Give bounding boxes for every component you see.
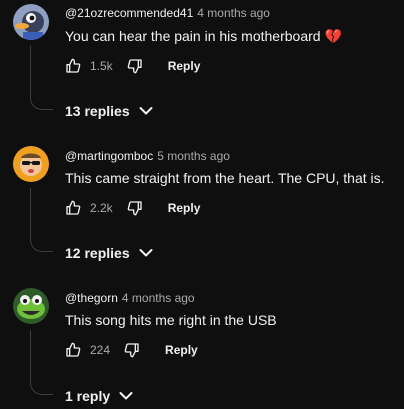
replies-count: 13 replies — [65, 103, 130, 119]
comment: @thegorn 4 months ago This song hits me r… — [0, 285, 404, 409]
avatar[interactable] — [13, 4, 49, 40]
replies-toggle[interactable]: 12 replies — [65, 245, 153, 261]
avatar[interactable] — [13, 146, 49, 182]
replies-toggle[interactable]: 13 replies — [65, 103, 153, 119]
chevron-down-icon — [139, 248, 153, 258]
dislike-button[interactable] — [124, 342, 140, 358]
thumbs-up-icon — [66, 342, 81, 357]
chevron-down-icon — [119, 391, 133, 401]
comment-text: This song hits me right in the USB — [65, 312, 277, 328]
replies-count: 12 replies — [65, 245, 130, 261]
replies-toggle[interactable]: 1 reply — [65, 388, 133, 404]
comment-actions: 1.5k Reply — [65, 56, 200, 76]
comment-actions: 2.2k Reply — [65, 198, 200, 218]
comment-author[interactable]: @martingomboc — [65, 149, 153, 163]
thumbs-down-icon — [127, 59, 142, 74]
thumbs-down-icon — [124, 343, 139, 358]
thumbs-down-icon — [127, 201, 142, 216]
reply-button[interactable]: Reply — [165, 343, 198, 357]
like-button[interactable]: 1.5k — [65, 58, 113, 74]
reply-button[interactable]: Reply — [168, 59, 201, 73]
like-count: 2.2k — [90, 201, 113, 215]
thread-line — [30, 46, 53, 110]
comment-timestamp[interactable]: 5 months ago — [157, 149, 230, 163]
comment-author[interactable]: @21ozrecommended41 — [65, 6, 193, 20]
frog-avatar-icon — [13, 288, 49, 324]
like-button[interactable]: 224 — [65, 342, 110, 358]
thread-line — [30, 188, 53, 252]
comment-header: @martingomboc 5 months ago — [65, 149, 230, 163]
broken-heart-emoji: 💔 — [324, 28, 342, 44]
like-button[interactable]: 2.2k — [65, 200, 113, 216]
comment: @martingomboc 5 months ago This came stra… — [0, 143, 404, 268]
dislike-button[interactable] — [127, 58, 143, 74]
thread-line — [30, 330, 53, 395]
comment-text: You can hear the pain in his motherboard… — [65, 27, 342, 45]
avatar[interactable] — [13, 288, 49, 324]
replies-count: 1 reply — [65, 388, 111, 404]
thumbs-up-icon — [66, 200, 81, 215]
comment-text-body: You can hear the pain in his motherboard — [65, 28, 321, 44]
chevron-down-icon — [139, 106, 153, 116]
duck-avatar-icon — [13, 4, 49, 40]
like-count: 1.5k — [90, 59, 113, 73]
thumbs-up-icon — [66, 58, 81, 73]
comment-header: @21ozrecommended41 4 months ago — [65, 6, 270, 20]
comment-header: @thegorn 4 months ago — [65, 291, 195, 305]
dislike-button[interactable] — [127, 200, 143, 216]
comment: @21ozrecommended41 4 months ago You can h… — [0, 0, 404, 125]
comment-timestamp[interactable]: 4 months ago — [197, 6, 270, 20]
reply-button[interactable]: Reply — [168, 201, 201, 215]
comment-timestamp[interactable]: 4 months ago — [122, 291, 195, 305]
comment-author[interactable]: @thegorn — [65, 291, 118, 305]
like-count: 224 — [90, 343, 111, 357]
comment-text: This came straight from the heart. The C… — [65, 170, 385, 186]
sunglasses-face-avatar-icon — [13, 146, 49, 182]
comment-actions: 224 Reply — [65, 340, 198, 360]
